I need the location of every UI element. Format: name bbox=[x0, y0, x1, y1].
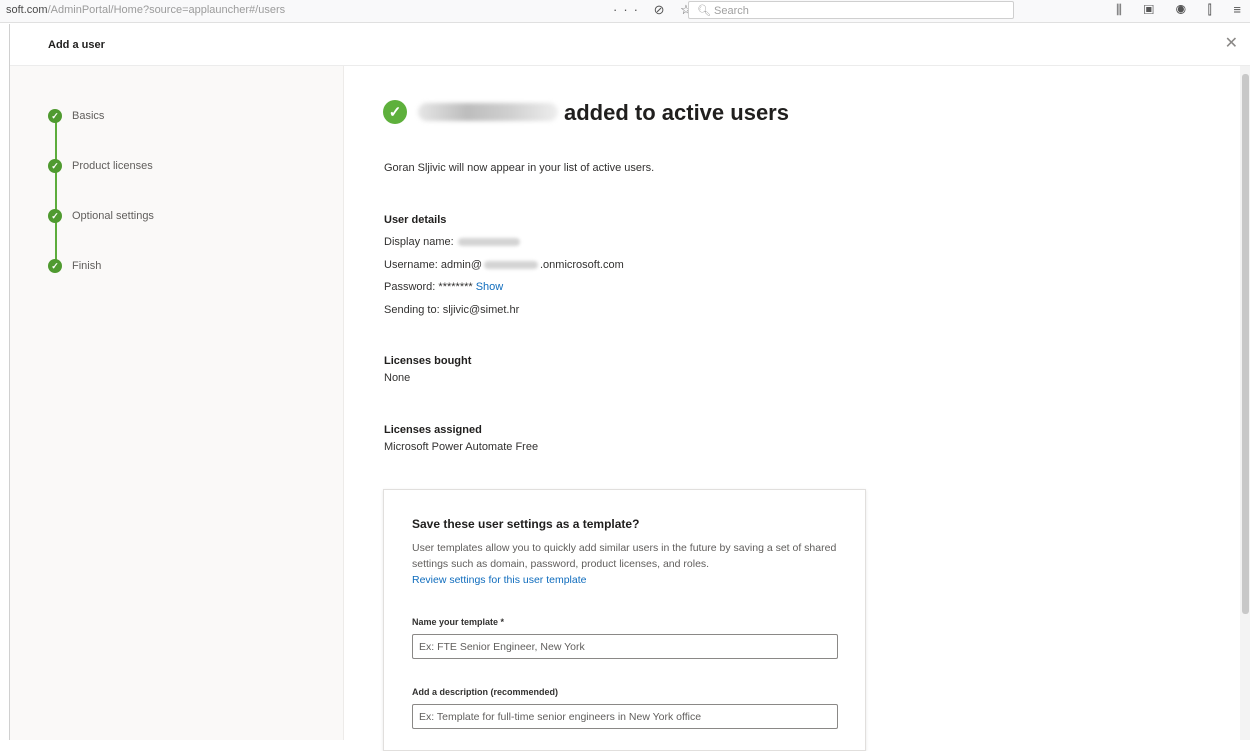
close-icon[interactable]: ✕ bbox=[1225, 33, 1238, 53]
licenses-bought-value: None bbox=[384, 372, 411, 384]
step-product-licenses[interactable]: ✓ Product licenses bbox=[48, 158, 153, 174]
show-password-link[interactable]: Show bbox=[476, 281, 504, 293]
confirmation-message: Goran Sljivic will now appear in your li… bbox=[384, 162, 655, 174]
address-bar[interactable]: soft.com/AdminPortal/Home?source=applaun… bbox=[6, 4, 285, 16]
step-finish[interactable]: ✓ Finish bbox=[48, 258, 101, 274]
step-progress-line bbox=[55, 120, 57, 260]
success-check-icon: ✓ bbox=[383, 100, 407, 124]
user-details-heading: User details bbox=[384, 214, 447, 226]
step-complete-icon: ✓ bbox=[48, 259, 62, 273]
step-basics[interactable]: ✓ Basics bbox=[48, 108, 104, 124]
search-icon: 🔍︎ bbox=[697, 5, 711, 17]
step-label: Basics bbox=[72, 110, 105, 122]
page-title: added to active users bbox=[564, 100, 789, 125]
licenses-bought-heading: Licenses bought bbox=[384, 355, 472, 367]
save-template-card: Save these user settings as a template? … bbox=[383, 489, 866, 751]
username-suffix: .onmicrosoft.com bbox=[539, 259, 624, 271]
browser-toolbar: soft.com/AdminPortal/Home?source=applaun… bbox=[0, 0, 1250, 23]
step-label: Product licenses bbox=[72, 160, 153, 172]
step-label: Optional settings bbox=[72, 210, 154, 222]
template-description-label: Add a description (recommended) bbox=[412, 687, 559, 697]
template-name-label: Name your template * bbox=[412, 617, 505, 627]
redacted-user-name bbox=[418, 103, 558, 121]
licenses-assigned-heading: Licenses assigned bbox=[384, 424, 482, 436]
step-label: Finish bbox=[72, 260, 102, 272]
scrollbar-thumb[interactable] bbox=[1242, 74, 1249, 614]
template-name-input[interactable] bbox=[412, 634, 838, 659]
page-actions-icon[interactable]: ··· ⊘ ☆ bbox=[613, 2, 698, 18]
review-template-settings-link[interactable]: Review settings for this user template bbox=[412, 574, 587, 586]
sending-to-row: Sending to: sljivic@simet.hr bbox=[384, 304, 520, 316]
password-row: Password: ******** Show bbox=[384, 281, 503, 293]
redacted-domain bbox=[483, 261, 538, 270]
redacted-display-name bbox=[457, 238, 520, 247]
step-complete-icon: ✓ bbox=[48, 159, 62, 173]
panel-header: Add a user ✕ bbox=[10, 23, 1250, 66]
licenses-assigned-value: Microsoft Power Automate Free bbox=[384, 441, 539, 453]
step-optional-settings[interactable]: ✓ Optional settings bbox=[48, 208, 154, 224]
display-name-row: Display name: bbox=[384, 236, 520, 248]
panel-title: Add a user bbox=[48, 39, 105, 51]
step-complete-icon: ✓ bbox=[48, 209, 62, 223]
username-prefix: Username: admin@ bbox=[384, 259, 482, 271]
password-label: Password: ******** bbox=[384, 281, 473, 293]
url-path: /AdminPortal/Home?source=applauncher#/us… bbox=[47, 4, 286, 16]
browser-menu-icons[interactable]: ⫼ ▣ ◉ ⫿ ≡ bbox=[1116, 2, 1250, 18]
display-name-label: Display name: bbox=[384, 236, 454, 248]
browser-search-input[interactable]: 🔍︎ Search bbox=[688, 1, 1014, 19]
step-complete-icon: ✓ bbox=[48, 109, 62, 123]
template-description-input[interactable] bbox=[412, 704, 838, 729]
browser-search-placeholder: Search bbox=[714, 5, 749, 17]
url-domain: soft.com bbox=[6, 4, 48, 16]
username-row: Username: admin@ .onmicrosoft.com bbox=[384, 259, 624, 271]
template-card-title: Save these user settings as a template? bbox=[412, 517, 640, 531]
template-card-description: User templates allow you to quickly add … bbox=[412, 542, 837, 570]
